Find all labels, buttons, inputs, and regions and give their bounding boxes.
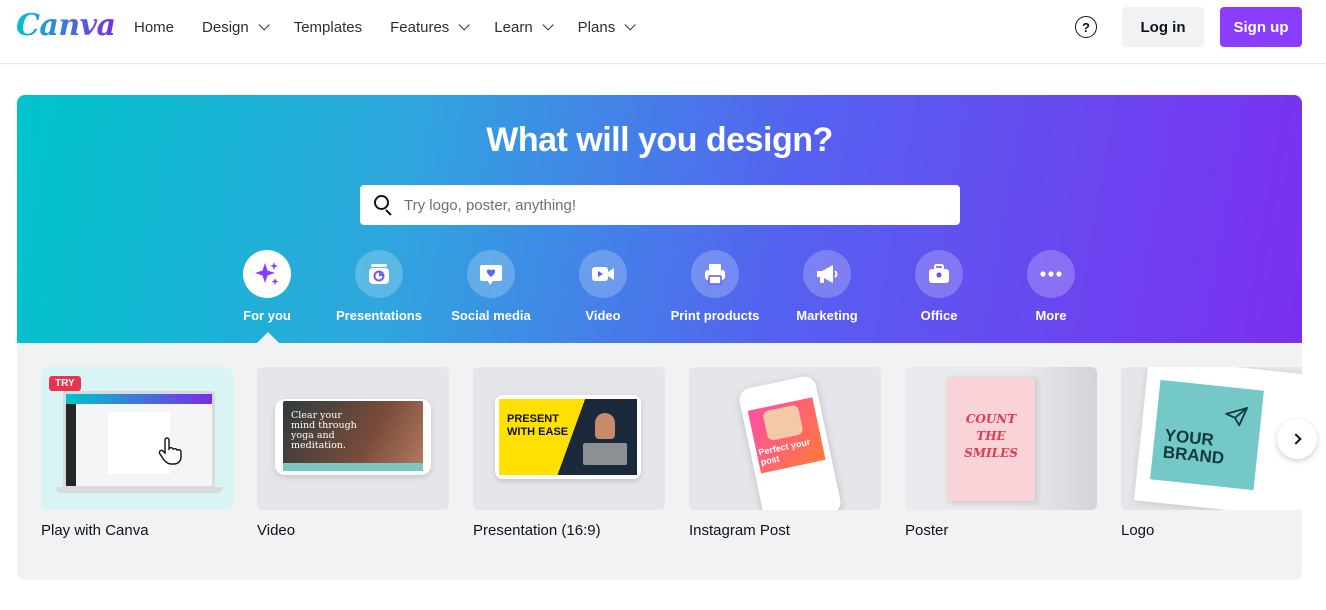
design-card-instagram-post[interactable]: Perfect your post Instagram Post (689, 367, 881, 539)
nav-learn-label: Learn (494, 18, 533, 36)
nav-features[interactable]: Features (376, 11, 480, 44)
design-card-play-with-canva[interactable]: Play with Canva (41, 367, 233, 539)
laptop-shape (583, 443, 627, 465)
poster-thumbnail: COUNT THE SMILES (905, 367, 1097, 510)
logo-thumbnail: YOUR BRAND (1121, 367, 1302, 510)
nav-home-label: Home (134, 18, 175, 36)
category-label: More (1035, 308, 1067, 323)
design-card-label: Presentation (16:9) (473, 522, 601, 539)
instagram-post-preview: Perfect your post (747, 397, 826, 474)
category-more[interactable]: More (995, 250, 1107, 323)
presentation-thumbnail: PRESENT WITH EASE (473, 367, 665, 510)
photo-shape (762, 404, 804, 442)
logo-thumb-text: YOUR BRAND (1161, 425, 1226, 468)
presentation-thumb-text: PRESENT WITH EASE (507, 413, 569, 438)
design-card-label: Logo (1121, 522, 1155, 539)
video-thumbnail: Clear your mind through yoga and meditat… (257, 367, 449, 510)
category-label: Office (920, 308, 958, 323)
chevron-down-icon (542, 19, 554, 31)
phone-illustration: Perfect your post (737, 374, 843, 510)
presentation-frame: PRESENT WITH EASE (495, 395, 641, 479)
design-card-video[interactable]: Clear your mind through yoga and meditat… (257, 367, 449, 539)
video-frame: Clear your mind through yoga and meditat… (275, 399, 431, 475)
video-preview: Clear your mind through yoga and meditat… (283, 401, 423, 471)
presentation-preview: PRESENT WITH EASE (499, 399, 637, 475)
search-input[interactable] (404, 196, 944, 214)
help-glyph: ? (1082, 19, 1090, 35)
nav-learn[interactable]: Learn (480, 11, 563, 44)
active-tab-pointer (257, 332, 279, 343)
hero-title: What will you design? (486, 121, 833, 159)
laptop-base (55, 487, 223, 493)
video-thumb-text: Clear your mind through yoga and meditat… (291, 410, 357, 451)
chevron-down-icon (458, 19, 471, 31)
design-card-label: Instagram Post (689, 522, 790, 539)
nav-features-label: Features (390, 18, 450, 36)
nav-templates[interactable]: Templates (280, 11, 376, 44)
login-button[interactable]: Log in (1122, 7, 1204, 47)
instagram-thumb-text: Perfect your post (757, 436, 812, 468)
category-print-products[interactable]: Print products (659, 250, 771, 323)
category-label: Video (585, 308, 621, 323)
canva-logo[interactable]: Canva (16, 8, 116, 43)
sparkles-icon (243, 250, 291, 298)
printer-icon (691, 250, 739, 298)
chevron-down-icon (258, 19, 270, 31)
design-card-poster[interactable]: COUNT THE SMILES Poster (905, 367, 1097, 539)
try-badge: TRY (49, 376, 81, 391)
design-card-logo[interactable]: YOUR BRAND Logo (1121, 367, 1302, 539)
design-card-presentation[interactable]: PRESENT WITH EASE Presentation (16:9) (473, 367, 665, 539)
more-dots-icon (1027, 250, 1075, 298)
hand-cursor-icon (158, 437, 182, 465)
logo-preview: YOUR BRAND (1150, 379, 1264, 491)
category-video[interactable]: Video (547, 250, 659, 323)
poster-thumb-text: COUNT THE SMILES (964, 412, 1018, 460)
help-icon[interactable]: ? (1075, 16, 1097, 38)
category-marketing[interactable]: Marketing (771, 250, 883, 323)
briefcase-icon (915, 250, 963, 298)
laptop-illustration (63, 391, 215, 489)
instagram-post-thumbnail: Perfect your post (689, 367, 881, 510)
video-progress-bar (283, 463, 423, 471)
category-label: Marketing (796, 308, 858, 323)
category-label: For you (243, 308, 291, 323)
category-label: Presentations (336, 308, 422, 323)
hero-banner: What will you design? For you Presentati… (17, 95, 1302, 343)
poster-preview: COUNT THE SMILES (947, 377, 1035, 501)
category-office[interactable]: Office (883, 250, 995, 323)
category-presentations[interactable]: Presentations (323, 250, 435, 323)
top-navigation-bar: Canva Home Design Templates Features Lea… (0, 0, 1326, 64)
carousel-next-button[interactable] (1277, 419, 1317, 459)
search-icon (374, 195, 394, 216)
nav-design[interactable]: Design (188, 11, 280, 44)
design-card-label: Video (257, 522, 296, 539)
megaphone-icon (803, 250, 851, 298)
heart-chat-icon (467, 250, 515, 298)
person-shape (595, 413, 615, 439)
chevron-right-icon (1289, 433, 1302, 445)
paper-plane-icon (1224, 406, 1249, 428)
category-social-media[interactable]: Social media (435, 250, 547, 323)
search-bar[interactable] (360, 185, 960, 225)
nav-plans-label: Plans (577, 18, 616, 36)
nav-plans[interactable]: Plans (564, 11, 647, 44)
video-camera-icon (579, 250, 627, 298)
nav-design-label: Design (202, 18, 249, 36)
design-card-label: Play with Canva (41, 522, 149, 539)
category-for-you[interactable]: For you (211, 250, 323, 323)
design-types-carousel: TRY Play with Canva Clear your mind thro… (17, 343, 1302, 580)
main-nav: Home Design Templates Features Learn Pla… (120, 0, 646, 54)
nav-home[interactable]: Home (120, 11, 188, 44)
chevron-down-icon (624, 19, 636, 31)
presentation-icon (355, 250, 403, 298)
nav-templates-label: Templates (293, 18, 363, 36)
category-label: Print products (670, 308, 760, 323)
signup-button[interactable]: Sign up (1220, 7, 1302, 47)
category-label: Social media (451, 308, 531, 323)
design-card-label: Poster (905, 522, 949, 539)
